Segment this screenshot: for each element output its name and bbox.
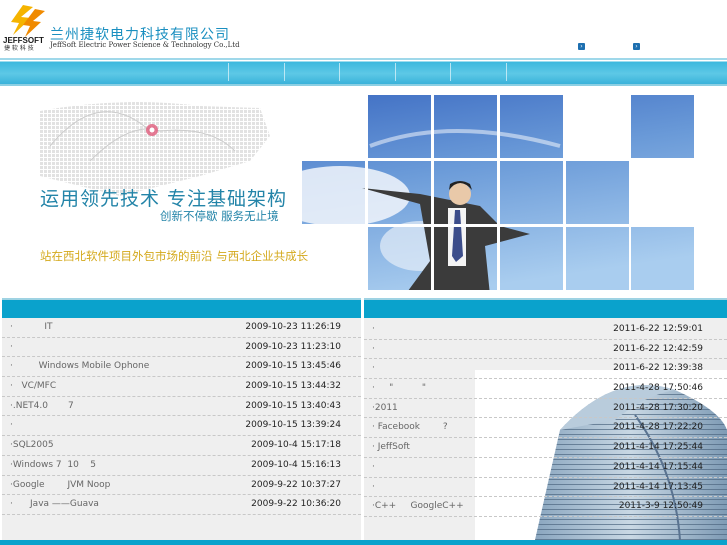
nav-separator: [506, 63, 507, 81]
news-date: 2011-4-14 17:15:44: [613, 461, 703, 472]
news-date: 2011-6-22 12:42:59: [613, 343, 703, 354]
news-date: 2009-9-22 10:36:20: [251, 499, 341, 510]
news-item[interactable]: · IT 2009-10-23 11:26:19: [2, 318, 361, 338]
news-item[interactable]: ·.NET4.0 7 2009-10-15 13:40:43: [2, 397, 361, 417]
news-item[interactable]: · 2011-6-22 12:42:59: [364, 340, 727, 360]
news-date: 2009-9-22 10:37:27: [251, 479, 341, 490]
news-item[interactable]: · Facebook ? 2011-4-28 17:22:20: [364, 418, 727, 439]
news-item[interactable]: ·2011 2011-4-28 17:30:20: [364, 399, 727, 419]
hero-banner: 运用领先技术 专注基础架构 创新不停歇 服务无止境 站在西北软件项目外包市场的前…: [0, 86, 727, 295]
right-news-panel: · 2011-6-22 12:59:01 · 2011-6-22 12:42:59 · 2…: [364, 298, 727, 540]
news-title[interactable]: ·2011: [372, 399, 398, 418]
panel-header: [364, 298, 727, 318]
news-item[interactable]: ·SQL2005 2009-10-4 15:17:18: [2, 436, 361, 456]
news-title[interactable]: ·SQL2005: [10, 436, 54, 455]
news-title[interactable]: ·Windows 7 10 5: [10, 456, 96, 475]
news-item[interactable]: · 2011-6-22 12:39:38: [364, 359, 727, 380]
news-date: 2011-4-28 17:22:20: [613, 422, 703, 433]
news-item[interactable]: ·Windows 7 10 5 2009-10-4 15:16:13: [2, 456, 361, 476]
news-date: 2009-10-4 15:16:13: [251, 459, 341, 470]
news-item[interactable]: · Java ——Guava 2009-9-22 10:36:20: [2, 495, 361, 515]
nav-separator: [228, 63, 229, 81]
nav-separator: [339, 63, 340, 81]
news-date: 2011-6-22 12:59:01: [613, 324, 703, 334]
news-date: 2011-4-14 17:13:45: [613, 481, 703, 492]
main-nav-bar: [0, 58, 727, 86]
news-title[interactable]: ·: [372, 340, 375, 359]
news-date: 2009-10-4 15:17:18: [251, 440, 341, 451]
news-date: 2009-10-23 11:26:19: [245, 322, 341, 332]
news-date: 2009-10-23 11:23:10: [245, 341, 341, 352]
news-item[interactable]: · Windows Mobile Ophone 2009-10-15 13:45:…: [2, 357, 361, 378]
footer-bar: [0, 540, 727, 545]
news-title[interactable]: ·.NET4.0 7: [10, 397, 74, 416]
nav-separator: [284, 63, 285, 81]
banner-slogan-sub: 创新不停歇 服务无止境: [160, 209, 279, 223]
news-title[interactable]: · IT: [10, 318, 52, 337]
news-item[interactable]: · VC/MFC 2009-10-15 13:44:32: [2, 377, 361, 397]
nav-separator: [450, 63, 451, 81]
news-title[interactable]: · " ": [372, 379, 426, 398]
banner-slogan-bottom: 站在西北软件项目外包市场的前沿 与西北企业共成长: [40, 249, 309, 263]
news-list: · IT 2009-10-23 11:26:19 · 2009-10-23 11:23…: [2, 318, 361, 515]
arrow-right-icon[interactable]: ›: [578, 43, 585, 50]
news-title[interactable]: ·: [372, 478, 375, 497]
company-name-en: JeffSoft Electric Power Science & Techno…: [50, 41, 240, 49]
svg-text:捷 软 科 技: 捷 软 科 技: [4, 44, 34, 51]
news-date: 2009-10-15 13:39:24: [245, 420, 341, 431]
news-title[interactable]: · JeffSoft: [372, 438, 410, 457]
news-title[interactable]: ·: [10, 416, 13, 435]
svg-text:JEFFSOFT: JEFFSOFT: [3, 36, 44, 45]
header: JEFFSOFT 捷 软 科 技 兰州捷软电力科技有限公司 JeffSoft E…: [0, 0, 727, 58]
news-title[interactable]: ·: [372, 458, 375, 477]
news-date: 2009-10-15 13:45:46: [245, 361, 341, 372]
news-title[interactable]: · Windows Mobile Ophone: [10, 357, 149, 376]
left-news-panel: · IT 2009-10-23 11:26:19 · 2009-10-23 11:23…: [2, 298, 361, 540]
news-item[interactable]: · " " 2011-4-28 17:50:46: [364, 379, 727, 399]
news-title[interactable]: ·: [372, 359, 375, 378]
news-item[interactable]: · 2009-10-15 13:39:24: [2, 416, 361, 437]
banner-slogan-main: 运用领先技术 专注基础架构: [40, 188, 288, 210]
news-title[interactable]: · Facebook ?: [372, 418, 448, 437]
panel-header: [2, 298, 361, 318]
news-title[interactable]: ·: [10, 338, 13, 357]
news-item[interactable]: · 2009-10-23 11:23:10: [2, 338, 361, 358]
nav-separator: [395, 63, 396, 81]
news-date: 2011-4-28 17:50:46: [613, 383, 703, 394]
news-title[interactable]: ·Google JVM Noop: [10, 476, 110, 495]
news-date: 2009-10-15 13:40:43: [245, 400, 341, 411]
news-date: 2011-4-14 17:25:44: [613, 442, 703, 453]
jeffsoft-logo[interactable]: JEFFSOFT 捷 软 科 技: [3, 3, 49, 51]
news-title[interactable]: · Java ——Guava: [10, 495, 99, 514]
news-title[interactable]: ·C++ GoogleC++: [372, 497, 464, 516]
news-title[interactable]: ·: [372, 320, 375, 339]
news-list: · 2011-6-22 12:59:01 · 2011-6-22 12:42:59 · 2…: [364, 320, 727, 517]
news-item[interactable]: ·Google JVM Noop 2009-9-22 10:37:27: [2, 476, 361, 496]
news-item[interactable]: ·C++ GoogleC++ 2011-3-9 12:50:49: [364, 497, 727, 517]
news-item[interactable]: · 2011-6-22 12:59:01: [364, 320, 727, 340]
news-item[interactable]: · 2011-4-14 17:15:44: [364, 458, 727, 478]
news-item[interactable]: · JeffSoft 2011-4-14 17:25:44: [364, 438, 727, 458]
arrow-right-icon[interactable]: ›: [633, 43, 640, 50]
news-title[interactable]: · VC/MFC: [10, 377, 56, 396]
news-date: 2011-6-22 12:39:38: [613, 363, 703, 374]
news-item[interactable]: · 2011-4-14 17:13:45: [364, 478, 727, 498]
news-date: 2009-10-15 13:44:32: [245, 381, 341, 392]
news-date: 2011-4-28 17:30:20: [613, 402, 703, 413]
news-date: 2011-3-9 12:50:49: [618, 501, 703, 512]
